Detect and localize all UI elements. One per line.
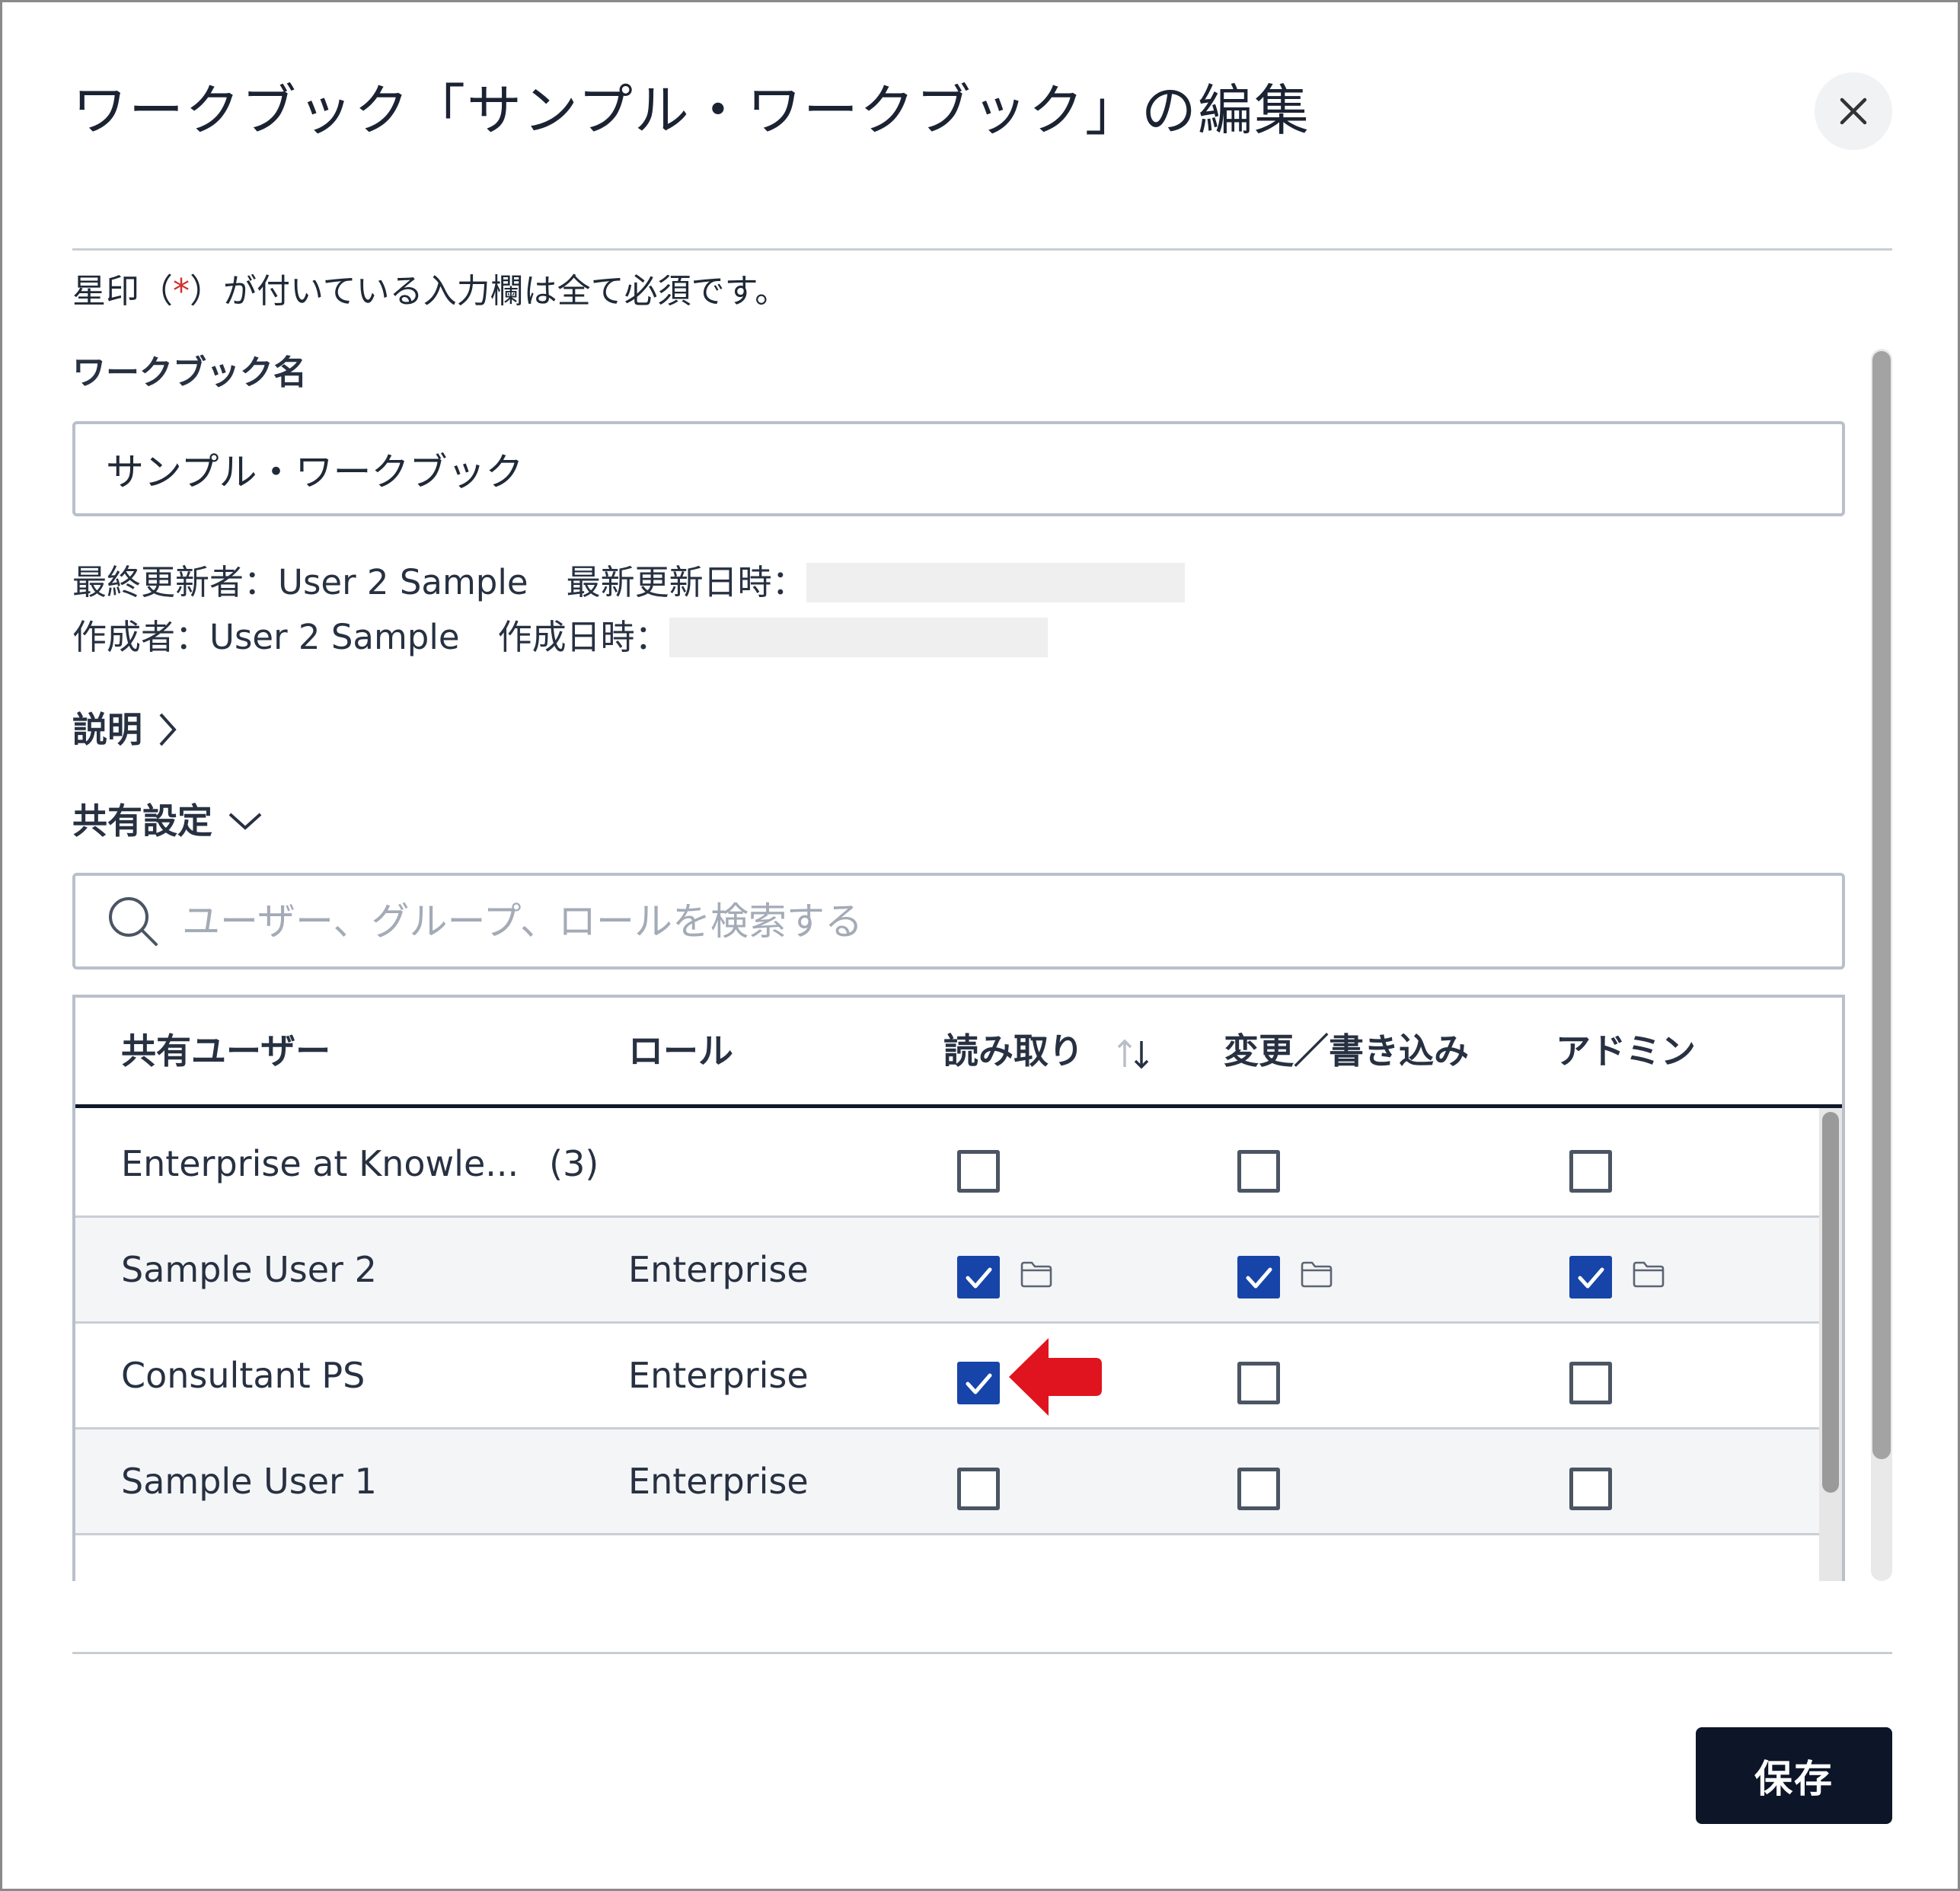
required-note-prefix: 星印（	[72, 272, 173, 311]
write-checkbox[interactable]	[1237, 1468, 1280, 1510]
sharing-label: 共有設定	[72, 800, 212, 842]
sharing-toggle[interactable]: 共有設定	[72, 798, 264, 844]
user-name-cell: Enterprise at Knowle... (3)	[121, 1112, 599, 1215]
sharing-search-box[interactable]	[72, 873, 1845, 969]
last-updated-by-value: User 2 Sample	[278, 562, 528, 602]
last-updated-by-label: 最終更新者：	[72, 562, 279, 602]
required-note-suffix: ）が付いている入力欄は全て必須です。	[190, 272, 789, 311]
user-name-cell: Consultant PS	[121, 1324, 365, 1427]
created-by-label: 作成者：	[72, 617, 210, 657]
user-name: Enterprise at Knowle...	[121, 1143, 519, 1184]
sharing-table: 共有ユーザー ロール 読み取り 変更／書き込み アドミン Enterprise …	[72, 995, 1845, 1581]
table-row: Sample User 2 Enterprise	[75, 1218, 1819, 1324]
role-cell: Enterprise	[628, 1461, 809, 1502]
required-note: 星印（*）が付いている入力欄は全て必須です。	[72, 269, 788, 315]
user-name: Consultant PS	[121, 1355, 366, 1396]
required-star: *	[173, 272, 190, 311]
folder-icon	[1020, 1260, 1053, 1291]
close-button[interactable]	[1815, 72, 1892, 150]
created-at-label: 作成日時：	[497, 617, 669, 657]
header-role[interactable]: ロール	[628, 998, 733, 1104]
description-toggle[interactable]: 説明	[72, 707, 179, 752]
chevron-down-icon	[228, 813, 262, 830]
last-updated-at-label: 最新更新日時：	[566, 562, 806, 602]
role-cell: Enterprise	[628, 1249, 809, 1290]
created-at-redacted	[669, 618, 1048, 657]
user-name-cell: Sample User 1	[121, 1429, 377, 1533]
last-updated-at-redacted	[806, 563, 1185, 602]
sort-icon[interactable]	[1114, 1037, 1152, 1072]
read-checkbox[interactable]	[957, 1362, 1000, 1404]
user-name-cell: Sample User 2	[121, 1218, 377, 1321]
workbook-name-input[interactable]	[72, 421, 1845, 516]
admin-checkbox[interactable]	[1569, 1468, 1612, 1510]
user-name: Sample User 1	[121, 1461, 377, 1502]
header-user[interactable]: 共有ユーザー	[121, 998, 330, 1104]
read-checkbox[interactable]	[957, 1256, 1000, 1298]
created-line: 作成者： User 2 Sample 作成日時：	[72, 613, 1048, 662]
created-by-value: User 2 Sample	[209, 617, 460, 657]
table-header: 共有ユーザー ロール 読み取り 変更／書き込み アドミン	[75, 998, 1842, 1108]
header-read[interactable]: 読み取り	[943, 998, 1152, 1104]
read-checkbox[interactable]	[957, 1150, 1000, 1193]
folder-icon	[1632, 1260, 1665, 1291]
read-checkbox[interactable]	[957, 1468, 1000, 1510]
save-button[interactable]: 保存	[1696, 1727, 1892, 1824]
user-name: Sample User 2	[121, 1249, 377, 1290]
role-cell: Enterprise	[628, 1355, 809, 1396]
footer-divider	[72, 1652, 1892, 1654]
dialog-title: ワークブック「サンプル・ワークブック」の編集	[72, 78, 1310, 142]
write-checkbox[interactable]	[1237, 1150, 1280, 1193]
write-checkbox[interactable]	[1237, 1362, 1280, 1404]
admin-checkbox[interactable]	[1569, 1362, 1612, 1404]
search-icon	[109, 897, 158, 946]
workbook-name-label: ワークブック名	[72, 353, 307, 392]
header-read-label: 読み取り	[943, 1030, 1084, 1072]
sharing-search-input[interactable]	[182, 876, 1819, 966]
table-row: Consultant PS Enterprise	[75, 1324, 1819, 1429]
admin-checkbox[interactable]	[1569, 1150, 1612, 1193]
last-updated-line: 最終更新者： User 2 Sample 最新更新日時：	[72, 558, 1185, 607]
folder-icon	[1300, 1260, 1333, 1291]
header-divider	[72, 248, 1892, 251]
edit-workbook-dialog: ワークブック「サンプル・ワークブック」の編集 星印（*）が付いている入力欄は全て…	[0, 0, 1960, 1891]
close-icon	[1840, 97, 1867, 125]
write-checkbox[interactable]	[1237, 1256, 1280, 1298]
description-label: 説明	[72, 709, 142, 750]
header-write[interactable]: 変更／書き込み	[1224, 998, 1469, 1104]
member-count[interactable]: (3)	[549, 1143, 599, 1184]
header-admin[interactable]: アドミン	[1556, 998, 1696, 1104]
table-scrollbar-thumb[interactable]	[1822, 1112, 1839, 1493]
table-row: Enterprise at Knowle... (3)	[75, 1112, 1819, 1218]
annotation-arrow	[1009, 1338, 1102, 1416]
chevron-right-icon	[159, 713, 177, 746]
dialog-scrollbar-thumb[interactable]	[1872, 351, 1891, 1459]
table-row: Sample User 1 Enterprise	[75, 1429, 1819, 1535]
admin-checkbox[interactable]	[1569, 1256, 1612, 1298]
